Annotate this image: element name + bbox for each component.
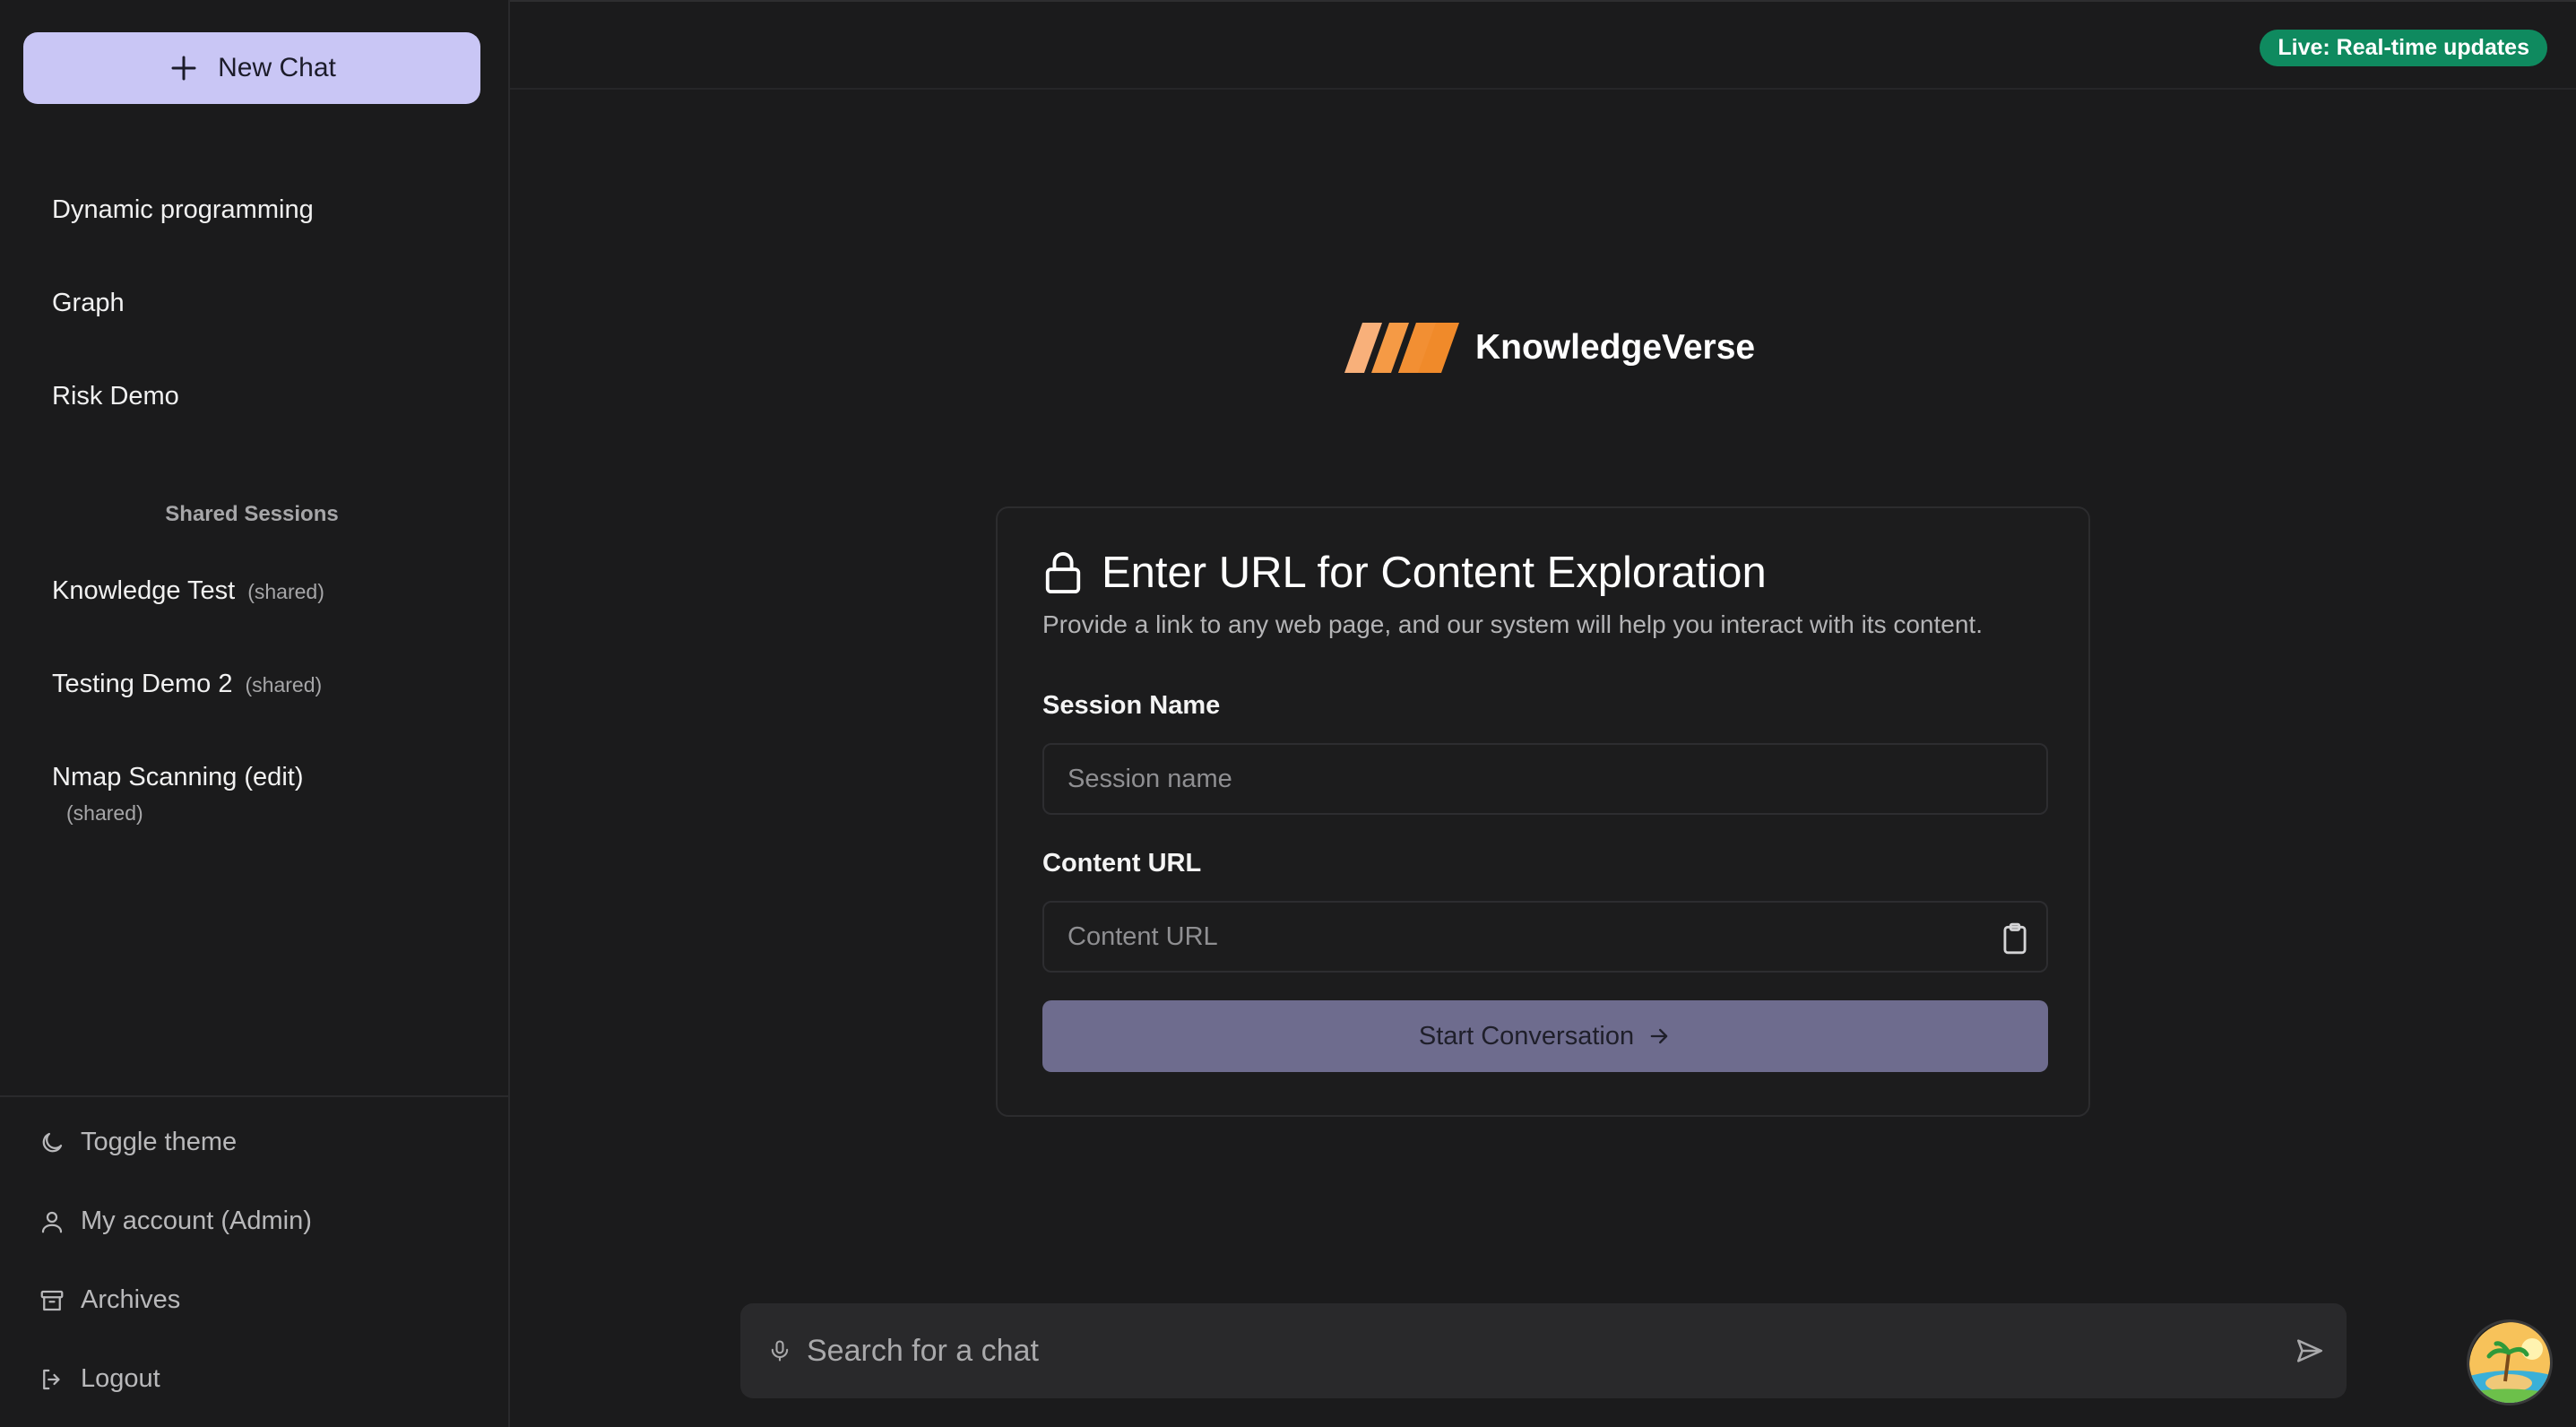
live-status-badge: Live: Real-time updates: [2260, 30, 2547, 66]
logout-icon: [38, 1365, 66, 1394]
start-conversation-label: Start Conversation: [1418, 1021, 1635, 1051]
card-subtitle: Provide a link to any web page, and our …: [1042, 610, 1983, 638]
shared-session-label: Knowledge Test: [52, 576, 236, 605]
shared-sessions-header: Shared Sessions: [165, 502, 339, 526]
toggle-theme-button[interactable]: Toggle theme: [38, 1128, 237, 1157]
top-bar: Live: Real-time updates: [510, 0, 2576, 90]
new-chat-button[interactable]: New Chat: [23, 32, 480, 104]
logout-label: Logout: [81, 1364, 160, 1393]
chat-search-bar: [740, 1303, 2347, 1398]
shared-tag: (shared): [247, 580, 324, 603]
arrow-right-icon: [1650, 1028, 1668, 1044]
shared-session-item[interactable]: Knowledge Test (shared): [52, 576, 324, 606]
shared-tag: (shared): [245, 673, 323, 696]
session-name-label: Session Name: [1042, 691, 1221, 720]
logo-mark-icon: [1344, 323, 1459, 373]
moon-icon: [38, 1129, 66, 1157]
sidebar-chat-item[interactable]: Risk Demo: [52, 382, 179, 411]
shared-session-item[interactable]: Nmap Scanning (edit): [52, 763, 303, 792]
session-name-field-wrap: [1042, 743, 2048, 815]
send-icon[interactable]: [2295, 1336, 2325, 1371]
url-entry-card: Enter URL for Content Exploration Provid…: [996, 506, 2090, 1117]
archives-button[interactable]: Archives: [38, 1285, 180, 1315]
shared-session-item[interactable]: Testing Demo 2 (shared): [52, 670, 322, 699]
user-avatar[interactable]: [2467, 1319, 2553, 1405]
toggle-theme-label: Toggle theme: [81, 1128, 238, 1156]
chat-search-input[interactable]: [805, 1303, 2257, 1398]
my-account-label: My account (Admin): [81, 1206, 312, 1235]
shared-session-label: Testing Demo 2: [52, 670, 233, 698]
session-name-input[interactable]: [1044, 745, 2046, 813]
archive-icon: [38, 1286, 66, 1315]
content-url-label: Content URL: [1042, 849, 1202, 878]
plus-icon: [171, 56, 196, 81]
user-icon: [38, 1207, 66, 1236]
mic-icon[interactable]: [767, 1336, 792, 1370]
brand-name: KnowledgeVerse: [1475, 328, 1756, 367]
sidebar-footer: Toggle theme My account (Admin) Archives…: [0, 1095, 508, 1427]
content-url-field-wrap: [1042, 901, 2048, 973]
sidebar: New Chat Dynamic programming Graph Risk …: [0, 0, 510, 1427]
my-account-button[interactable]: My account (Admin): [38, 1206, 312, 1236]
card-title: Enter URL for Content Exploration: [1042, 548, 1767, 598]
content-url-input[interactable]: [1044, 903, 2046, 971]
shared-session-label: Nmap Scanning (edit): [52, 763, 304, 791]
sidebar-chat-item[interactable]: Graph: [52, 289, 125, 318]
app-root: New Chat Dynamic programming Graph Risk …: [0, 0, 2576, 1427]
lock-icon: [1042, 550, 1084, 595]
logout-button[interactable]: Logout: [38, 1364, 160, 1394]
sidebar-chat-item[interactable]: Dynamic programming: [52, 195, 314, 225]
start-conversation-button[interactable]: Start Conversation: [1042, 1000, 2048, 1072]
new-chat-label: New Chat: [218, 53, 336, 82]
shared-tag: (shared): [66, 801, 143, 825]
archives-label: Archives: [81, 1285, 181, 1314]
brand-logo: KnowledgeVerse: [1344, 323, 1755, 373]
card-title-text: Enter URL for Content Exploration: [1102, 549, 1767, 597]
clipboard-icon[interactable]: [1998, 921, 2032, 961]
